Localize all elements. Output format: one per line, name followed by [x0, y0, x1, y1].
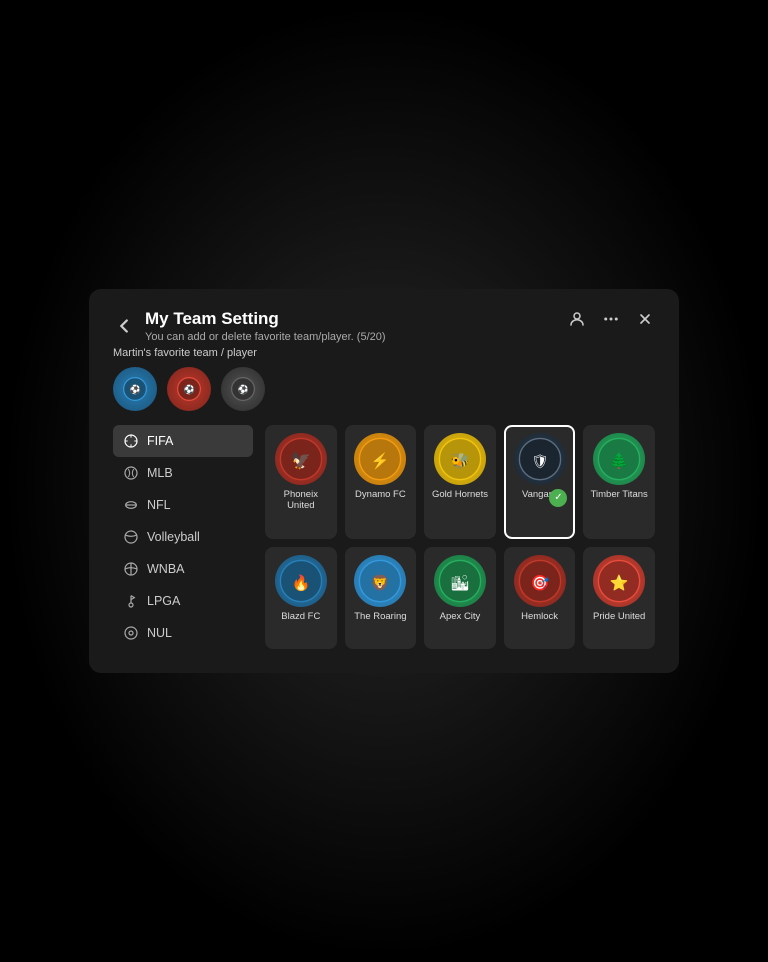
sidebar-label-lpga: LPGA	[147, 594, 180, 608]
team-card-pride[interactable]: ⭐ Pride United	[583, 547, 655, 649]
fav-logo-3: ⚽	[230, 376, 256, 402]
favorites-row: ⚽ ⚽ ⚽	[113, 367, 655, 411]
svg-text:⚽: ⚽	[128, 383, 140, 394]
team-card-apexcity[interactable]: 🏙 Apex City	[424, 547, 496, 649]
team-logo-apexcity: 🏙	[434, 555, 486, 607]
my-team-setting-dialog: My Team Setting You can add or delete fa…	[89, 289, 679, 673]
team-card-phoenix[interactable]: 🦅 Phoneix United	[265, 425, 337, 539]
close-button[interactable]	[635, 309, 655, 329]
sidebar-label-wnba: WNBA	[147, 562, 185, 576]
sidebar-item-lpga[interactable]: LPGA	[113, 585, 253, 617]
svg-text:🏙: 🏙	[450, 575, 469, 592]
dialog-subtitle: You can add or delete favorite team/play…	[145, 331, 386, 343]
sidebar-label-fifa: FIFA	[147, 434, 173, 448]
team-logo-pride: ⭐	[593, 555, 645, 607]
svg-text:🦅: 🦅	[291, 450, 312, 470]
svg-text:⭐: ⭐	[610, 574, 629, 592]
sidebar-label-volleyball: Volleyball	[147, 530, 200, 544]
sidebar-label-mlb: MLB	[147, 466, 173, 480]
team-name-pride: Pride United	[593, 611, 645, 622]
team-logo-hornets: 🐝	[434, 433, 486, 485]
team-logo-vangard: 🛡	[514, 433, 566, 485]
dialog-title: My Team Setting	[145, 309, 386, 329]
team-logo-roaring: 🦁	[354, 555, 406, 607]
team-logo-dynamo: ⚡	[354, 433, 406, 485]
svg-text:⚽: ⚽	[182, 383, 194, 394]
team-name-hemlock: Hemlock	[521, 611, 558, 622]
svg-text:🐝: 🐝	[451, 452, 470, 470]
main-content: FIFA MLB NFL	[113, 425, 655, 649]
golf-icon	[123, 593, 139, 609]
sidebar-item-nfl[interactable]: NFL	[113, 489, 253, 521]
sidebar-label-nul: NUL	[147, 626, 172, 640]
fav-logo-1: ⚽	[122, 376, 148, 402]
team-name-apexcity: Apex City	[440, 611, 481, 622]
favorites-section: Martin's favorite team / player ⚽ ⚽ ⚽	[113, 347, 655, 411]
team-name-dynamo: Dynamo FC	[355, 489, 406, 500]
title-block: My Team Setting You can add or delete fa…	[145, 309, 386, 343]
favorite-item-1[interactable]: ⚽	[113, 367, 157, 411]
basketball-icon	[123, 561, 139, 577]
team-name-roaring: The Roaring	[354, 611, 406, 622]
svg-text:⚡: ⚡	[371, 452, 390, 470]
team-card-blazd[interactable]: 🔥 Blazd FC	[265, 547, 337, 649]
teams-grid: 🦅 Phoneix United ⚡ Dynamo FC 🐝 Gold Horn…	[265, 425, 655, 649]
header-actions	[567, 309, 655, 329]
team-card-hornets[interactable]: 🐝 Gold Hornets	[424, 425, 496, 539]
svg-text:🔥: 🔥	[291, 574, 310, 592]
favorite-item-3[interactable]: ⚽	[221, 367, 265, 411]
svg-text:🦁: 🦁	[371, 574, 390, 592]
volleyball-icon	[123, 529, 139, 545]
svg-text:🎯: 🎯	[530, 574, 549, 592]
other-sport-icon	[123, 625, 139, 641]
dialog-header: My Team Setting You can add or delete fa…	[113, 309, 655, 343]
sidebar-item-volleyball[interactable]: Volleyball	[113, 521, 253, 553]
sidebar-label-nfl: NFL	[147, 498, 171, 512]
team-name-timber: Timber Titans	[591, 489, 648, 500]
football-icon	[123, 497, 139, 513]
team-card-timber[interactable]: 🌲 Timber Titans	[583, 425, 655, 539]
svg-text:⚽: ⚽	[236, 383, 248, 394]
team-name-blazd: Blazd FC	[281, 611, 320, 622]
sidebar-item-fifa[interactable]: FIFA	[113, 425, 253, 457]
team-logo-phoenix: 🦅	[275, 433, 327, 485]
sidebar-item-wnba[interactable]: WNBA	[113, 553, 253, 585]
team-card-roaring[interactable]: 🦁 The Roaring	[345, 547, 417, 649]
team-logo-blazd: 🔥	[275, 555, 327, 607]
more-button[interactable]	[601, 309, 621, 329]
sidebar-item-mlb[interactable]: MLB	[113, 457, 253, 489]
team-logo-hemlock: 🎯	[514, 555, 566, 607]
team-card-vangard[interactable]: 🛡 Vangard ✓	[504, 425, 576, 539]
favorite-item-2[interactable]: ⚽	[167, 367, 211, 411]
baseball-icon	[123, 465, 139, 481]
svg-text:🌲: 🌲	[610, 452, 629, 470]
sidebar: FIFA MLB NFL	[113, 425, 253, 649]
fav-logo-2: ⚽	[176, 376, 202, 402]
favorites-label: Martin's favorite team / player	[113, 347, 655, 359]
sidebar-item-nul[interactable]: NUL	[113, 617, 253, 649]
team-card-hemlock[interactable]: 🎯 Hemlock	[504, 547, 576, 649]
team-logo-timber: 🌲	[593, 433, 645, 485]
back-button[interactable]	[113, 315, 135, 337]
team-name-phoenix: Phoneix United	[271, 489, 331, 512]
selected-checkmark: ✓	[549, 489, 567, 507]
team-name-hornets: Gold Hornets	[432, 489, 488, 500]
profile-button[interactable]	[567, 309, 587, 329]
header-left: My Team Setting You can add or delete fa…	[113, 309, 386, 343]
svg-text:🛡: 🛡	[531, 454, 548, 469]
soccer-icon	[123, 433, 139, 449]
team-card-dynamo[interactable]: ⚡ Dynamo FC	[345, 425, 417, 539]
